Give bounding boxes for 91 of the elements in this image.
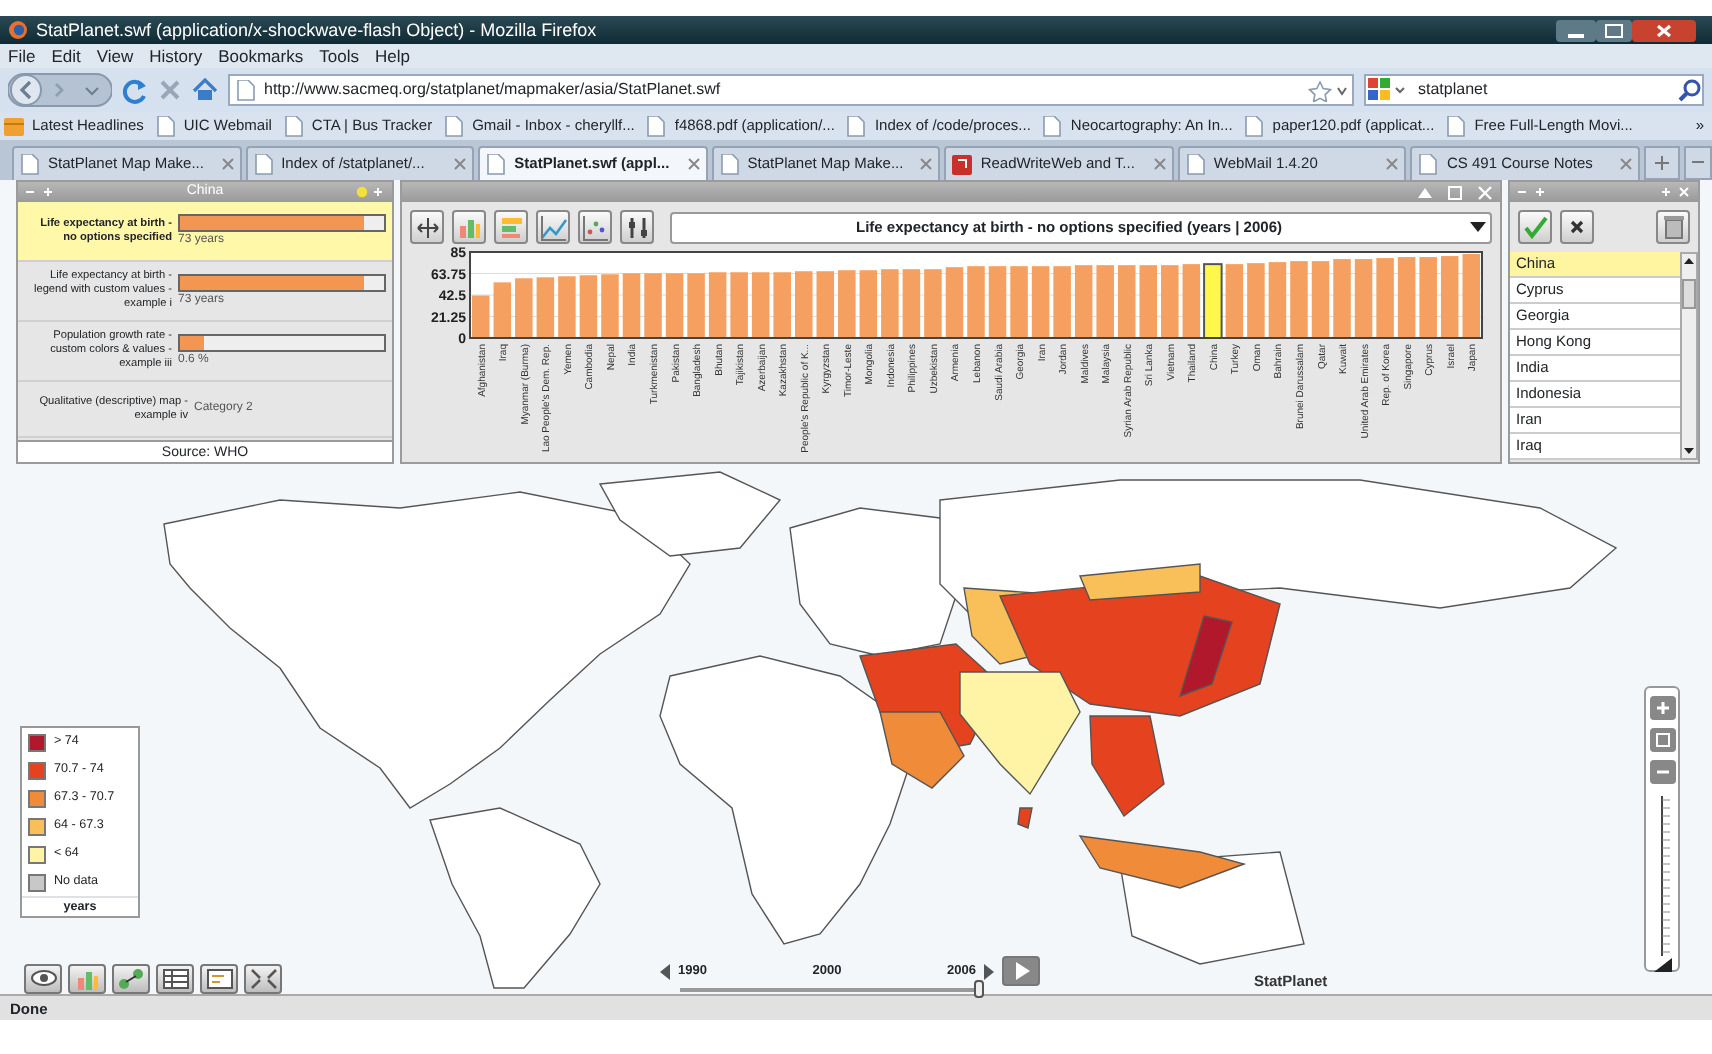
trash-button[interactable] — [1656, 210, 1690, 244]
table-icon — [159, 966, 191, 992]
star-icon[interactable] — [1308, 79, 1332, 101]
line-chart-button[interactable] — [536, 210, 570, 244]
sliders-button[interactable] — [620, 210, 654, 244]
table-button[interactable] — [156, 964, 194, 994]
fullscreen-icon — [247, 966, 279, 992]
chart-bar[interactable] — [472, 295, 490, 338]
play-button[interactable] — [1002, 956, 1040, 986]
page-icon — [20, 153, 40, 175]
page-icon — [253, 153, 274, 175]
checkmark-icon — [1522, 214, 1548, 240]
tab-list-icon[interactable] — [1684, 146, 1712, 180]
site-icon — [952, 153, 973, 175]
menu-item[interactable]: History — [149, 44, 203, 68]
next-year-icon[interactable] — [984, 963, 994, 979]
close-tab-icon[interactable] — [1620, 158, 1633, 170]
zoom-slider-thumb[interactable] — [1654, 958, 1672, 972]
fullscreen-button[interactable] — [244, 964, 282, 994]
page-icon — [1042, 115, 1063, 137]
close-icon — [1566, 216, 1588, 238]
horizontal-bar-chart-button[interactable] — [494, 210, 528, 244]
page-icon — [719, 153, 740, 175]
panel-resize-icon[interactable] — [1518, 186, 1546, 198]
panel-options-icon[interactable] — [356, 186, 384, 198]
zoom-out-icon[interactable] — [1649, 760, 1675, 784]
new-tab-icon[interactable] — [1644, 146, 1681, 180]
page-icon — [486, 153, 507, 175]
scatter-plot-button[interactable] — [578, 210, 612, 244]
back-forward-buttons-icon[interactable] — [8, 72, 112, 108]
trash-icon — [1661, 214, 1685, 240]
feed-icon — [4, 115, 24, 137]
search-icon[interactable] — [1678, 78, 1702, 102]
collapse-icon[interactable] — [1418, 186, 1432, 198]
land-shape — [1017, 807, 1033, 829]
play-icon — [1013, 962, 1029, 980]
scrollbar[interactable] — [1680, 252, 1698, 460]
page-icon — [846, 115, 867, 137]
menu-item[interactable]: Bookmarks — [218, 44, 304, 68]
stop-icon[interactable] — [158, 78, 182, 102]
close-tab-icon[interactable] — [454, 158, 467, 170]
network-button[interactable] — [112, 964, 150, 994]
network-icon — [115, 966, 147, 992]
close-tab-icon[interactable] — [687, 158, 700, 170]
close-icon[interactable] — [1632, 19, 1696, 41]
chart-bar[interactable] — [1203, 263, 1223, 339]
page-icon — [283, 115, 304, 137]
move-icon — [412, 212, 442, 242]
menu-item[interactable]: Tools — [319, 44, 359, 68]
bar-chart-button[interactable] — [68, 964, 106, 994]
page-icon — [444, 115, 465, 137]
minimize-icon[interactable] — [1556, 19, 1596, 41]
page-icon — [236, 79, 256, 101]
window-title: StatPlanet.swf (application/x-shockwave-flash Object) - Mozilla Firefox — [36, 18, 599, 44]
move-button[interactable] — [410, 210, 444, 244]
zoom-slider-track[interactable] — [1650, 792, 1674, 972]
home-icon[interactable] — [192, 78, 218, 102]
close-tab-icon[interactable] — [221, 158, 234, 170]
page-icon — [1446, 115, 1467, 137]
menu-item[interactable]: View — [96, 44, 134, 68]
notes-button[interactable] — [200, 964, 238, 994]
close-tab-icon[interactable] — [920, 158, 933, 170]
panel-resize-icon[interactable] — [26, 186, 54, 198]
reload-icon[interactable] — [122, 77, 148, 103]
address-field[interactable]: http://www.sacmeq.org/statplanet/mapmaker/asia/StatPlanet.swf — [228, 74, 1354, 106]
search-field[interactable]: statplanet — [1364, 74, 1704, 106]
dropdown-arrow-icon[interactable] — [1466, 219, 1490, 235]
notes-icon — [203, 966, 235, 992]
browser-logo-icon — [8, 20, 28, 40]
scatter-plot-icon — [580, 212, 610, 242]
maximize-icon[interactable] — [1596, 19, 1632, 41]
page-icon — [1418, 153, 1439, 175]
close-tab-icon[interactable] — [1386, 158, 1399, 170]
zoom-in-icon[interactable] — [1649, 696, 1675, 720]
menu-item[interactable]: File — [8, 44, 36, 68]
visibility-icon — [27, 966, 59, 992]
menu-item[interactable]: Edit — [51, 44, 81, 68]
page-icon — [1244, 115, 1265, 137]
previous-year-icon[interactable] — [660, 963, 670, 979]
search-engine-icon[interactable] — [1366, 76, 1410, 104]
menu-item[interactable]: Help — [374, 44, 410, 68]
close-tab-icon[interactable] — [1153, 158, 1166, 170]
visibility-button[interactable] — [24, 964, 62, 994]
page-icon — [1185, 153, 1206, 175]
horizontal-bar-chart-icon — [496, 212, 526, 242]
zoom-reset-icon[interactable] — [1649, 728, 1675, 752]
page-icon — [646, 115, 667, 137]
panel-controls-icon[interactable] — [1662, 186, 1690, 198]
line-chart-icon — [538, 212, 568, 242]
page-icon — [155, 115, 176, 137]
clear-selection-button[interactable] — [1560, 210, 1594, 244]
